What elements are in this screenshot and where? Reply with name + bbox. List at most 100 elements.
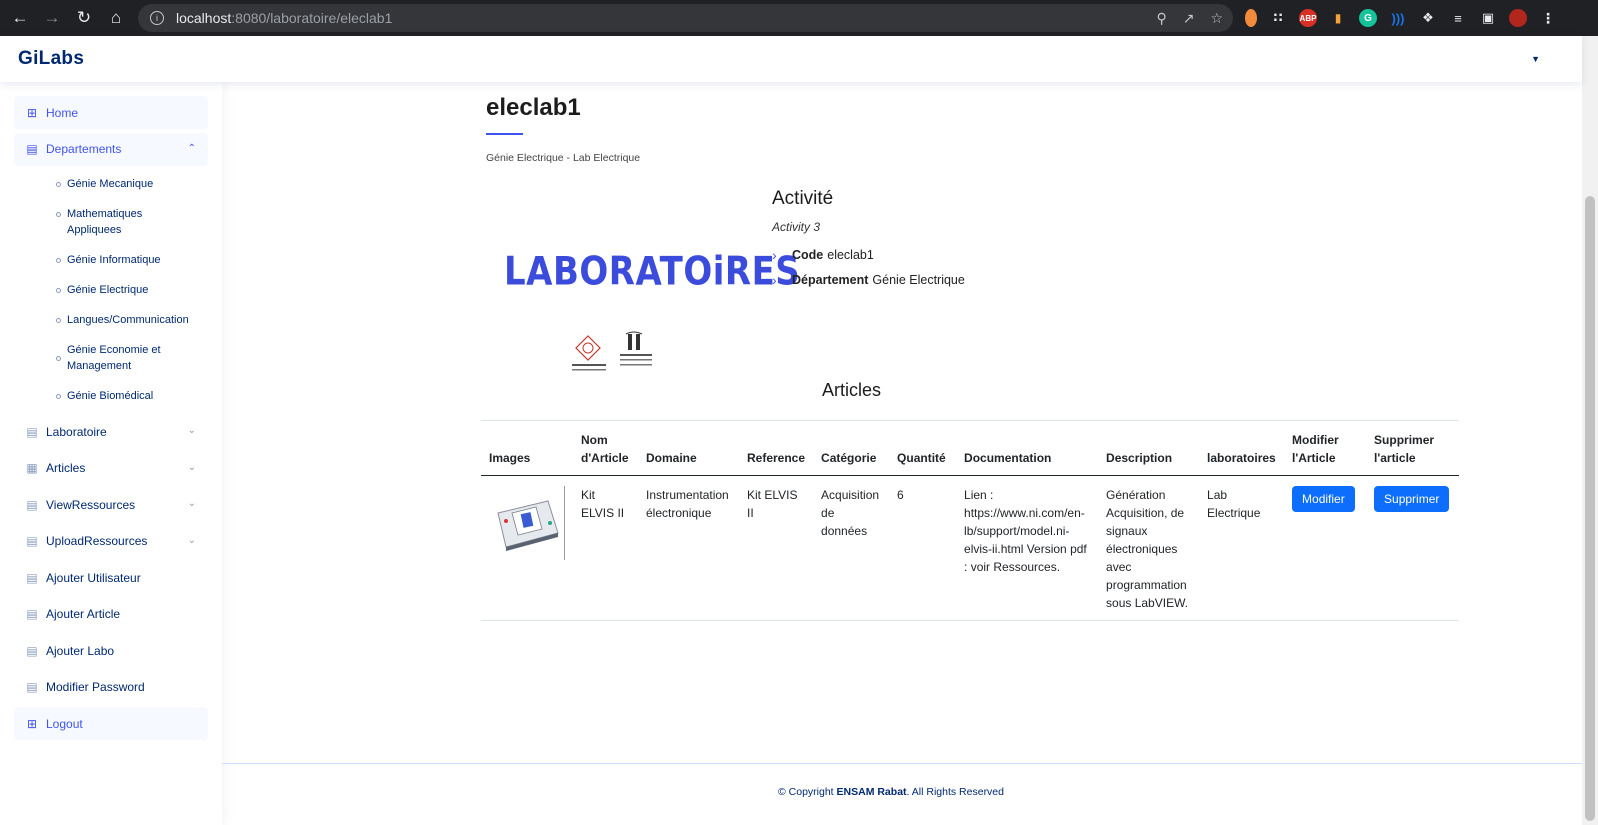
site-info-icon[interactable]: i bbox=[150, 11, 164, 25]
grid-icon: ⊞ bbox=[26, 105, 38, 120]
submenu-item-label: Génie Economie et Management bbox=[67, 344, 161, 372]
sidebar-item-ajouter-utilisateur[interactable]: ▤ Ajouter Utilisateur bbox=[14, 561, 208, 594]
menu-lines-icon: ▤ bbox=[26, 497, 38, 512]
laboratoires-image-text: LABORATOiRES bbox=[504, 249, 801, 295]
sidebar-item-departements[interactable]: ▤ Departements ⌃ bbox=[14, 132, 208, 166]
scrollbar-thumb[interactable] bbox=[1585, 196, 1595, 821]
extension-icon[interactable]: ))) bbox=[1389, 9, 1407, 27]
article-categorie: Acquisition de données bbox=[813, 475, 890, 621]
sidebar-item-label: ViewRessources bbox=[46, 497, 136, 512]
sidebar-item-modifier-password[interactable]: ▤ Modifier Password bbox=[14, 671, 208, 704]
browser-toolbar: ← → ↻ ⌂ i localhost:8080/laboratoire/ele… bbox=[0, 0, 1598, 36]
modifier-button[interactable]: Modifier bbox=[1292, 486, 1355, 512]
extension-icon[interactable]: ▮ bbox=[1329, 9, 1347, 27]
puzzle-icon[interactable]: ❖ bbox=[1419, 9, 1437, 27]
chevron-up-icon: ⌃ bbox=[187, 142, 196, 154]
elvis-kit-image bbox=[496, 500, 559, 551]
back-icon[interactable]: ← bbox=[4, 0, 36, 36]
reading-list-icon[interactable]: ≡ bbox=[1449, 9, 1467, 27]
submenu-item[interactable]: Génie Biomédical bbox=[14, 381, 208, 411]
sidebar-item-uploadressources[interactable]: ▤ UploadRessources ⌄ bbox=[14, 525, 208, 558]
copyright-brand: ENSAM Rabat bbox=[836, 786, 907, 798]
submenu-item-label: Langues/Communication bbox=[67, 314, 189, 326]
extension-icon[interactable] bbox=[1245, 9, 1257, 27]
caret-down-icon[interactable]: ▼ bbox=[1531, 54, 1540, 64]
sidebar-item-label: UploadRessources bbox=[46, 534, 148, 548]
submenu-item[interactable]: Mathematiques Appliquees bbox=[14, 199, 208, 245]
side-panel-icon[interactable]: ▣ bbox=[1479, 9, 1497, 27]
circle-icon bbox=[56, 394, 61, 399]
circle-icon bbox=[56, 212, 61, 217]
sidebar-item-label: Articles bbox=[46, 461, 86, 475]
menu-icon[interactable]: ⋮ bbox=[1539, 9, 1557, 27]
title-underline bbox=[486, 133, 523, 135]
profile-avatar[interactable] bbox=[1509, 9, 1527, 27]
list-icon: ▤ bbox=[26, 643, 38, 658]
supprimer-button[interactable]: Supprimer bbox=[1374, 486, 1450, 512]
sidebar-item-label: Home bbox=[46, 105, 79, 120]
col-nom: Nom d'Article bbox=[573, 420, 638, 476]
circle-icon bbox=[56, 182, 61, 187]
circle-icon bbox=[56, 258, 61, 263]
supprimer-cell: Supprimer bbox=[1366, 475, 1459, 621]
article-image-cell bbox=[481, 475, 573, 621]
article-nom: Kit ELVIS II bbox=[573, 475, 638, 621]
modifier-cell: Modifier bbox=[1284, 475, 1367, 621]
zoom-icon[interactable]: ⚲ bbox=[1156, 10, 1166, 27]
home-icon[interactable]: ⌂ bbox=[100, 0, 132, 36]
share-icon[interactable]: ↗ bbox=[1183, 10, 1195, 27]
submenu-item[interactable]: Génie Informatique bbox=[14, 245, 208, 275]
circle-icon bbox=[56, 356, 61, 361]
copyright-text: © Copyright ENSAM Rabat. All Rights Rese… bbox=[778, 786, 1004, 798]
app-logo[interactable]: GiLabs bbox=[18, 48, 84, 70]
sidebar-item-logout[interactable]: ⊞ Logout bbox=[14, 707, 208, 740]
article-quantite: 6 bbox=[889, 475, 957, 621]
sidebar-item-label: Departements bbox=[46, 142, 122, 156]
sidebar-item-label: Ajouter Labo bbox=[46, 643, 115, 658]
article-documentation: Lien : https://www.ni.com/en-lb/support/… bbox=[956, 475, 1099, 621]
activity-title: Activité bbox=[772, 188, 834, 209]
university-logo-icon bbox=[620, 331, 652, 366]
sidebar-item-articles[interactable]: ▦ Articles ⌄ bbox=[14, 452, 208, 485]
breadcrumb: Génie Electrique - Lab Electrique bbox=[486, 152, 641, 164]
code-row: › Code eleclab1 bbox=[772, 247, 874, 263]
submenu-item[interactable]: Génie Mecanique bbox=[14, 169, 208, 199]
grid-icon: ⊞ bbox=[26, 716, 38, 731]
copyright-suffix: . All Rights Reserved bbox=[906, 786, 1004, 798]
sidebar-item-ajouter-labo[interactable]: ▤ Ajouter Labo bbox=[14, 634, 208, 667]
col-laboratoires: laboratoires bbox=[1199, 420, 1285, 476]
sidebar: ⊞ Home ▤ Departements ⌃ Génie Mecanique … bbox=[0, 82, 222, 825]
reload-icon[interactable]: ↻ bbox=[68, 0, 100, 36]
col-categorie: Catégorie bbox=[813, 420, 890, 476]
col-quantite: Quantité bbox=[889, 420, 957, 476]
col-supprimer: Supprimer l'article bbox=[1366, 420, 1459, 476]
chevron-down-icon: ⌄ bbox=[187, 498, 196, 509]
forward-icon[interactable]: → bbox=[36, 0, 68, 36]
article-domaine: Instrumentation électronique bbox=[638, 475, 739, 621]
sidebar-item-ajouter-article[interactable]: ▤ Ajouter Article bbox=[14, 598, 208, 631]
chevron-down-icon: ⌄ bbox=[187, 461, 196, 473]
submenu-item[interactable]: Génie Economie et Management bbox=[14, 335, 208, 381]
bookmark-star-icon[interactable]: ☆ bbox=[1210, 10, 1223, 27]
articles-heading: Articles bbox=[822, 380, 882, 400]
col-domaine: Domaine bbox=[638, 420, 739, 476]
submenu-item[interactable]: Génie Electrique bbox=[14, 275, 208, 305]
col-images: Images bbox=[481, 420, 573, 476]
ensam-logo-icon bbox=[572, 335, 606, 371]
adblock-icon[interactable]: ABP bbox=[1299, 9, 1317, 27]
submenu-item[interactable]: Langues/Communication bbox=[14, 305, 208, 335]
grammarly-icon[interactable]: G bbox=[1359, 9, 1377, 27]
sidebar-item-laboratoire[interactable]: ▤ Laboratoire ⌄ bbox=[14, 415, 208, 448]
sidebar-item-viewressources[interactable]: ▤ ViewRessources ⌄ bbox=[14, 488, 208, 521]
chevron-down-icon: ⌄ bbox=[187, 425, 196, 436]
main-content: eleclab1 Génie Electrique - Lab Electriq… bbox=[222, 82, 1582, 825]
sidebar-item-home[interactable]: ⊞ Home bbox=[14, 96, 208, 129]
footer: © Copyright ENSAM Rabat. All Rights Rese… bbox=[222, 763, 1582, 825]
scrollbar[interactable] bbox=[1582, 36, 1598, 825]
departement-value: Génie Electrique bbox=[872, 273, 965, 287]
school-logos bbox=[572, 330, 654, 374]
circle-icon bbox=[56, 318, 61, 323]
grid-extension-icon[interactable]: ∷ bbox=[1269, 9, 1287, 27]
chevron-right-icon: › bbox=[772, 247, 777, 263]
address-bar[interactable]: i localhost:8080/laboratoire/eleclab1 ⚲ … bbox=[138, 4, 1233, 32]
